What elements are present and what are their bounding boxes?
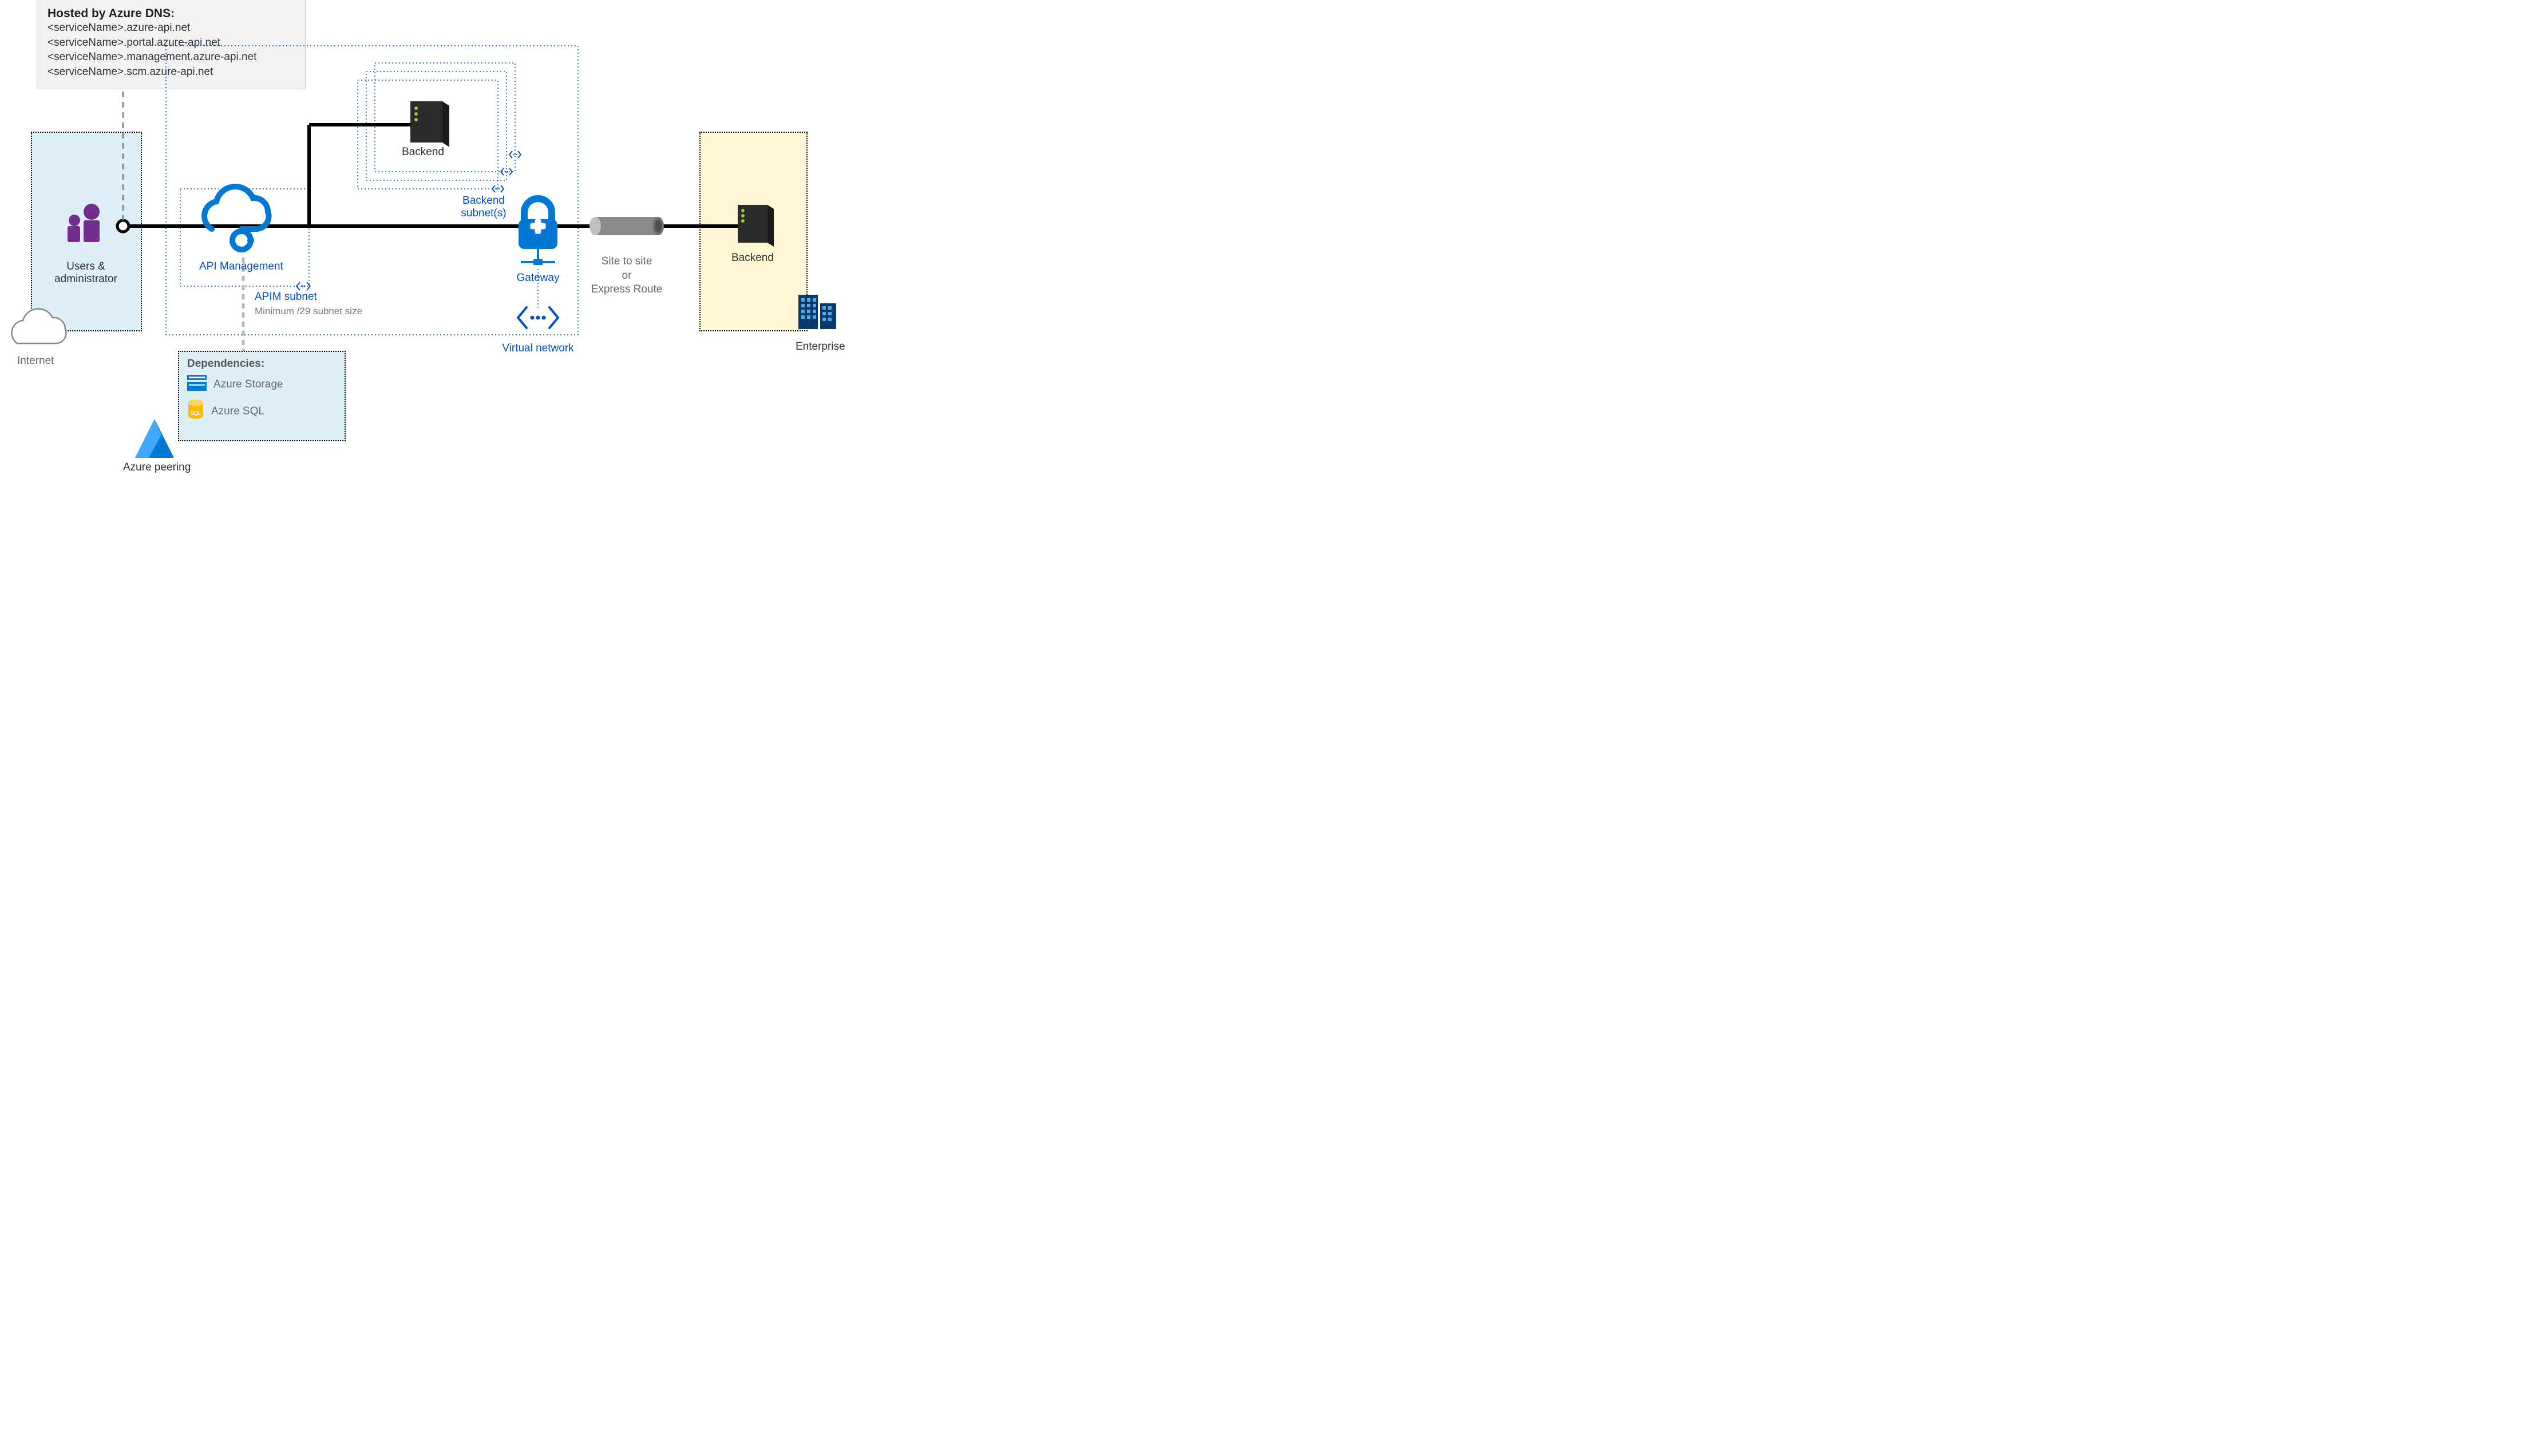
enterprise-backend-label: Backend [731, 252, 774, 264]
diagram-canvas: Hosted by Azure DNS: <serviceName>.azure… [0, 0, 847, 486]
internet-label: Internet [17, 355, 54, 367]
apim-subnet-note: Minimum /29 subnet size [255, 306, 362, 317]
backend-cloud-label: Backend [402, 146, 444, 159]
pipe-icon [589, 217, 664, 235]
vnet-label: Virtual network [492, 342, 584, 355]
azure-peering-label: Azure peering [123, 461, 191, 474]
server-icon [738, 205, 774, 247]
users-icon [68, 204, 100, 242]
azure-logo-icon [135, 419, 174, 458]
buildings-icon [798, 295, 836, 329]
vnet-icon [518, 307, 558, 328]
site-to-site-label: Site to site or Express Route [578, 255, 675, 297]
gateway-label: Gateway [515, 272, 561, 284]
enterprise-label: Enterprise [796, 341, 845, 353]
gateway-icon [519, 199, 557, 265]
server-icon [410, 101, 449, 147]
subnet-bracket-icon [492, 185, 504, 192]
connections-layer [0, 0, 847, 486]
cloud-icon [11, 309, 66, 344]
apim-subnet-label: APIM subnet [255, 291, 317, 303]
users-label: Users & administrator [46, 260, 126, 286]
apim-icon [204, 187, 268, 250]
apim-label: API Management [199, 260, 283, 273]
trunk-endpoint [117, 220, 129, 232]
backend-subnets-label: Backend subnet(s) [452, 195, 515, 220]
